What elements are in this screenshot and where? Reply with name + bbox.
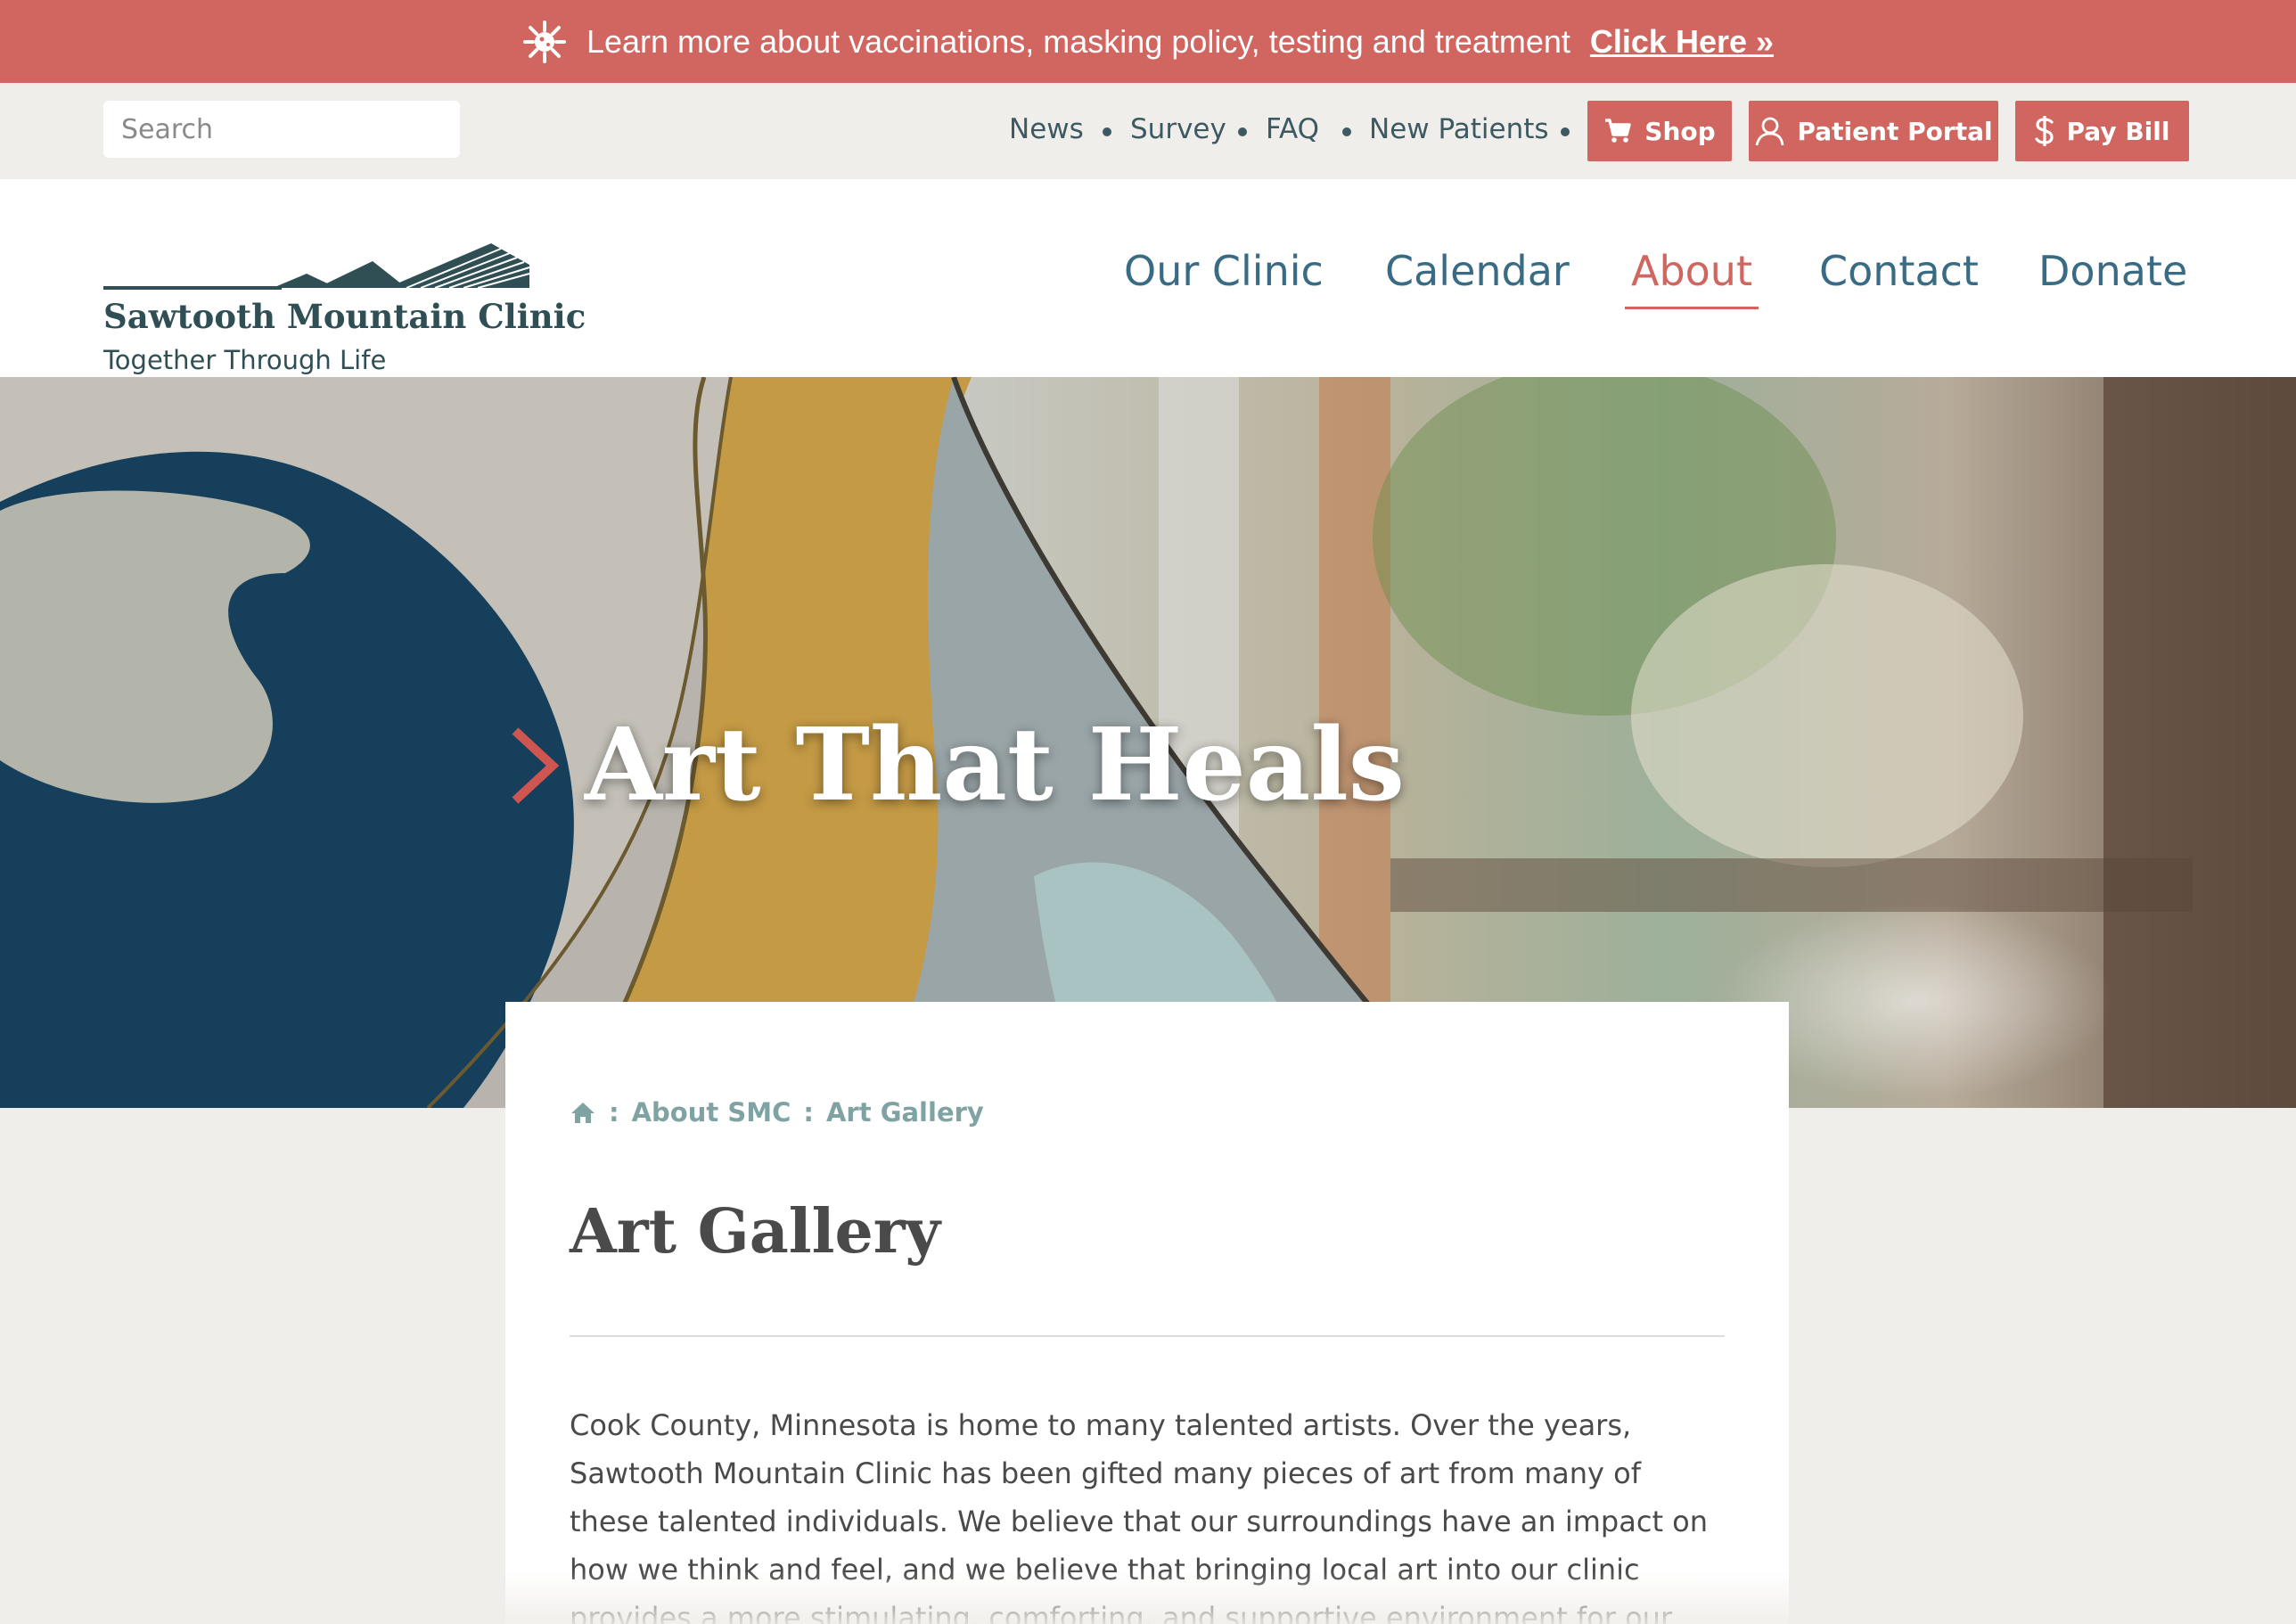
pay-bill-button[interactable]: Pay Bill [2015,101,2189,161]
utility-bar: News Survey FAQ New Patients Shop Patien… [0,83,2296,179]
hero-title-wrap: Art That Heals [508,707,1405,824]
cart-icon [1605,119,1631,143]
hero-title: Art That Heals [585,707,1405,824]
search-box [103,101,460,158]
util-link-new-patients[interactable]: New Patients [1369,113,1549,145]
hero-banner: Art That Heals [0,377,2296,1108]
patient-portal-button[interactable]: Patient Portal [1749,101,1998,161]
logo[interactable]: Sawtooth Mountain Clinic Together Throug… [103,211,586,375]
nav-active-underline [1625,307,1759,309]
breadcrumb-current: Art Gallery [825,1097,984,1128]
patient-portal-label: Patient Portal [1797,116,1993,146]
alert-text: Learn more about vaccinations, masking p… [586,22,1570,60]
shop-button[interactable]: Shop [1587,101,1732,161]
breadcrumb-separator: : [803,1097,814,1128]
nav-calendar[interactable]: Calendar [1385,247,1570,295]
pay-bill-label: Pay Bill [2066,116,2170,146]
intro-paragraph: Cook County, Minnesota is home to many t… [570,1408,1709,1624]
content-card: : About SMC : Art Gallery Art Gallery Co… [505,1002,1789,1624]
nav-separator-dot [1103,127,1111,136]
user-icon [1756,117,1784,146]
virus-icon [522,20,566,63]
breadcrumb: : About SMC : Art Gallery [570,1097,984,1128]
nav-separator-dot [1238,127,1247,136]
site-header: Sawtooth Mountain Clinic Together Throug… [0,179,2296,377]
shop-label: Shop [1644,116,1716,146]
util-link-news[interactable]: News [1009,113,1084,145]
home-icon[interactable] [570,1100,596,1125]
mountain-logo-icon [103,243,530,290]
nav-donate[interactable]: Donate [2038,247,2187,295]
nav-separator-dot [1561,127,1570,136]
nav-about[interactable]: About [1631,247,1752,295]
divider [570,1335,1725,1337]
breadcrumb-about-smc[interactable]: About SMC [632,1097,791,1128]
chevron-right-icon [512,726,560,804]
alert-click-here-link[interactable]: Click Here » [1590,23,1774,61]
breadcrumb-separator: : [609,1097,619,1128]
nav-separator-dot [1342,127,1351,136]
nav-contact[interactable]: Contact [1819,247,1979,295]
page-title: Art Gallery [570,1196,941,1267]
util-link-faq[interactable]: FAQ [1266,113,1319,145]
alert-banner: Learn more about vaccinations, masking p… [0,0,2296,83]
logo-tagline: Together Through Life [103,345,387,375]
logo-name: Sawtooth Mountain Clinic [103,297,586,336]
dollar-icon [2034,116,2054,146]
search-input[interactable] [121,113,454,145]
util-link-survey[interactable]: Survey [1130,113,1226,145]
nav-our-clinic[interactable]: Our Clinic [1124,247,1324,295]
